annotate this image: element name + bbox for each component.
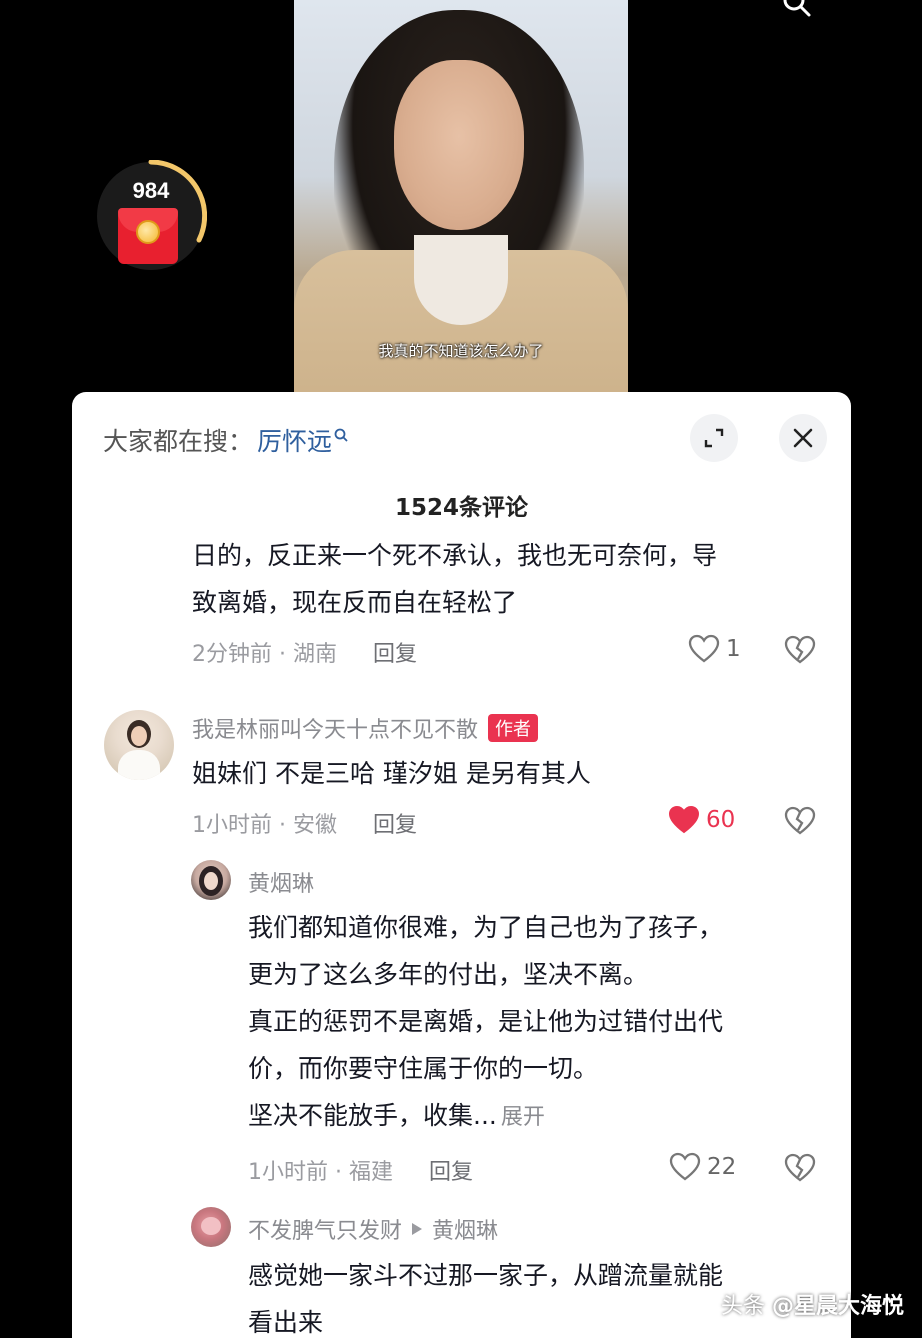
expand-text-link[interactable]: 展开 [501, 1105, 545, 1130]
video-subtitle: 我真的不知道该怎么办了 [378, 342, 544, 360]
comment-line: 价，而你要守住属于你的一切。 [248, 1054, 599, 1083]
watermark-platform: 头条 [720, 1294, 765, 1319]
video-frame-collar [414, 235, 508, 325]
comment-line: 我们都知道你很难，为了自己也为了孩子， [248, 913, 724, 942]
reply-button[interactable]: 回复 [373, 636, 417, 668]
comment-text: 日的，反正来一个死不承认，我也无可奈何，导 致离婚，现在反而自在轻松了 [192, 532, 832, 626]
coin-icon [136, 220, 160, 244]
reply-button[interactable]: 回复 [429, 1154, 473, 1186]
comment-username[interactable]: 黄烟琳 [248, 866, 314, 898]
reply-arrow-icon [412, 1223, 423, 1235]
comment-time-location: 1小时前 · 福建 [248, 1160, 393, 1185]
comment-line: 真正的惩罚不是离婚，是让他为过错付出代 [248, 1007, 724, 1036]
watermark: 头条 @星晨大海悦 [721, 1288, 904, 1320]
like-count: 22 [707, 1154, 737, 1180]
comment-count-title: 1524条评论 [394, 495, 528, 521]
comment-time-location: 1小时前 · 安徽 [192, 813, 337, 838]
comment-line: 坚决不能放手，收集... 展开 [248, 1092, 828, 1141]
watermark-handle: @星晨大海悦 [771, 1294, 904, 1319]
avatar[interactable] [191, 860, 231, 900]
heart-outline-icon [669, 1152, 701, 1181]
avatar[interactable] [104, 710, 174, 780]
comment-meta: 2分钟前 · 湖南 回复 [192, 636, 417, 668]
comment-time-location: 2分钟前 · 湖南 [192, 642, 337, 667]
like-count: 1 [726, 636, 741, 662]
trending-search[interactable]: 大家都在搜： 厉怀远 [103, 422, 348, 458]
comment-line: 更为了这么多年的付出，坚决不离。 [248, 960, 649, 989]
like-count: 60 [706, 807, 736, 833]
dislike-icon[interactable] [784, 635, 816, 665]
red-packet-count: 984 [132, 178, 170, 203]
dislike-icon[interactable] [784, 806, 816, 836]
reply-button[interactable]: 回复 [373, 807, 417, 839]
video-frame-face [394, 60, 524, 230]
search-icon[interactable] [782, 0, 812, 18]
red-envelope-icon [118, 208, 178, 264]
close-icon [793, 428, 813, 448]
expand-icon [704, 428, 724, 448]
red-packet-widget[interactable]: 984 [95, 160, 207, 272]
comment-meta: 1小时前 · 福建 回复 [248, 1154, 473, 1186]
comment-line: 致离婚，现在反而自在轻松了 [192, 588, 518, 617]
reply-header: 不发脾气只发财 黄烟琳 [248, 1213, 498, 1245]
comment-username[interactable]: 不发脾气只发财 [248, 1213, 402, 1245]
like-button[interactable]: 1 [688, 634, 741, 664]
heart-filled-icon [668, 805, 700, 834]
comment-header: 我是林丽叫今天十点不见不散 作者 [192, 712, 539, 744]
comment-sheet: 大家都在搜： 厉怀远 1524条评论 日的，反正来一个死不承认，我也无可奈何，导… [72, 392, 851, 1338]
comment-username[interactable]: 我是林丽叫今天十点不见不散 [192, 718, 478, 743]
comment-meta: 1小时前 · 安徽 回复 [192, 807, 417, 839]
comment-text: 我们都知道你很难，为了自己也为了孩子， 更为了这么多年的付出，坚决不离。 真正的… [248, 904, 828, 1141]
comment-line-text: 坚决不能放手，收集... [248, 1101, 497, 1130]
comment-text: 姐妹们 不是三哈 瑾汐姐 是另有其人 [192, 759, 591, 788]
reply-to-username[interactable]: 黄烟琳 [432, 1213, 498, 1245]
trending-search-prefix: 大家都在搜： [103, 427, 254, 456]
close-button[interactable] [779, 414, 827, 462]
heart-outline-icon [688, 634, 720, 663]
sheet-header: 大家都在搜： 厉怀远 [72, 392, 851, 492]
author-badge: 作者 [488, 714, 539, 742]
like-button[interactable]: 60 [668, 805, 735, 835]
trending-search-keyword[interactable]: 厉怀远 [257, 422, 332, 458]
expand-button[interactable] [690, 414, 738, 462]
like-button[interactable]: 22 [669, 1152, 736, 1182]
avatar[interactable] [191, 1207, 231, 1247]
video-player[interactable]: 我真的不知道该怎么办了 [294, 0, 628, 392]
comment-line: 日的，反正来一个死不承认，我也无可奈何，导 [192, 541, 718, 570]
small-search-icon [334, 428, 348, 442]
dislike-icon[interactable] [784, 1153, 816, 1183]
